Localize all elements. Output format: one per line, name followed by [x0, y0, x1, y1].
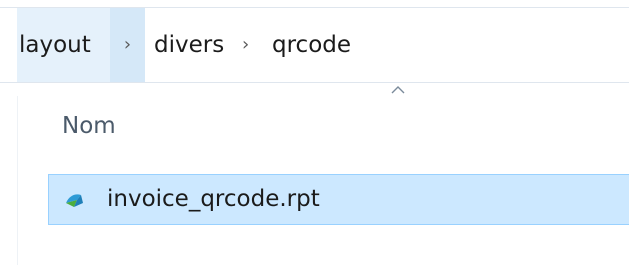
file-name: invoice_qrcode.rpt: [107, 186, 320, 212]
column-header-name[interactable]: Nom: [62, 113, 116, 139]
file-row[interactable]: invoice_qrcode.rpt: [48, 174, 629, 225]
breadcrumb-chevron-icon[interactable]: ›: [110, 8, 145, 82]
breadcrumb-item-divers[interactable]: divers: [154, 8, 224, 82]
breadcrumb-label: qrcode: [272, 32, 352, 58]
crystal-report-file-icon: [66, 194, 83, 207]
sort-ascending-icon: [391, 86, 405, 94]
breadcrumb-label: layout: [19, 32, 91, 58]
breadcrumb-item-qrcode[interactable]: qrcode: [272, 8, 351, 82]
file-explorer-window: layout › divers › qrcode Nom invoice_qrc…: [0, 0, 629, 265]
address-bar[interactable]: layout › divers › qrcode: [0, 7, 629, 83]
navigation-pane-divider: [17, 96, 18, 265]
breadcrumb-label: divers: [154, 32, 225, 58]
breadcrumb-chevron-icon[interactable]: ›: [242, 8, 249, 82]
